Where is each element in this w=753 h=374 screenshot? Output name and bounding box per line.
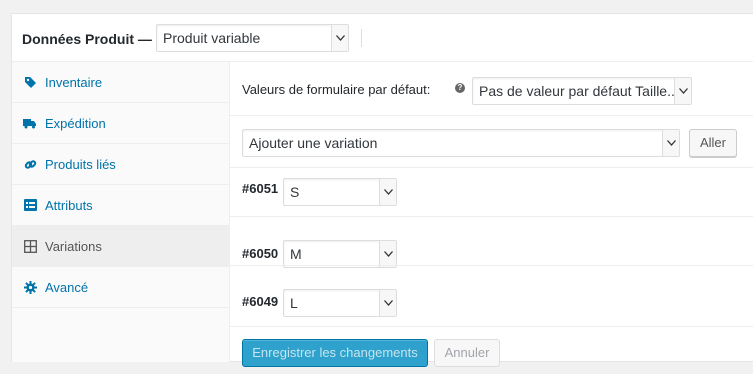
tab-attributs[interactable]: Attributs [12, 185, 229, 226]
divider [230, 326, 753, 327]
tab-avance[interactable]: Avancé [12, 267, 229, 308]
variation-id: #6050 [242, 246, 279, 261]
divider [230, 115, 753, 116]
divider [230, 216, 753, 217]
grid-icon [23, 239, 37, 253]
product-type-value: Produit variable [163, 30, 261, 46]
tab-produits-lies[interactable]: Produits liés [12, 144, 229, 185]
gear-icon [23, 280, 37, 294]
list-icon [23, 198, 37, 212]
variation-id: #6049 [242, 294, 279, 309]
tab-inventaire[interactable]: Inventaire [12, 62, 229, 103]
default-size-select[interactable]: Pas de valeur par défaut Taille... [472, 77, 692, 105]
variation-size-select[interactable]: M [283, 240, 397, 268]
add-variation-select[interactable]: Ajouter une variation [242, 129, 680, 157]
tab-label: Avancé [45, 279, 89, 295]
tab-expedition[interactable]: Expédition [12, 103, 229, 144]
product-type-select[interactable]: Produit variable [156, 24, 349, 52]
variations-panel: Valeurs de formulaire par défaut: ? Pas … [230, 62, 753, 367]
tab-label: Produits liés [45, 156, 116, 172]
chevron-down-icon [674, 78, 691, 104]
tag-icon [23, 75, 37, 89]
chevron-down-icon [379, 179, 396, 205]
panel-title: Données Produit — [22, 31, 152, 47]
variation-size-select[interactable]: S [283, 178, 397, 206]
tab-variations[interactable]: Variations [12, 226, 229, 267]
panel-header: Données Produit — Produit variable [12, 14, 753, 62]
chevron-down-icon [379, 241, 396, 267]
variation-id: #6051 [242, 181, 279, 196]
variation-size-value: M [290, 246, 302, 262]
save-changes-button[interactable]: Enregistrer les changements [242, 339, 428, 367]
product-data-tabs: Inventaire Expédition Produits liés Attr… [12, 62, 230, 362]
variation-size-value: L [290, 295, 298, 311]
default-values-label: Valeurs de formulaire par défaut: [242, 82, 431, 97]
tab-label: Inventaire [45, 74, 103, 90]
tab-label: Variations [45, 238, 102, 254]
go-button[interactable]: Aller [689, 129, 737, 157]
variation-size-select[interactable]: L [283, 289, 397, 317]
tab-label: Attributs [45, 197, 93, 213]
variation-size-value: S [290, 184, 300, 200]
tab-label: Expédition [45, 115, 106, 131]
chevron-down-icon [379, 290, 396, 316]
cancel-button[interactable]: Annuler [434, 339, 500, 367]
divider [230, 167, 753, 168]
default-size-value: Pas de valeur par défaut Taille... [479, 83, 679, 99]
link-icon [23, 157, 37, 171]
chevron-down-icon [331, 25, 348, 51]
header-divider [361, 29, 362, 47]
divider [230, 265, 753, 266]
truck-icon [23, 116, 37, 130]
chevron-down-icon [662, 130, 679, 156]
add-variation-value: Ajouter une variation [249, 135, 378, 151]
help-icon[interactable]: ? [455, 83, 465, 93]
product-data-panel: Données Produit — Produit variable Inven… [11, 13, 753, 367]
